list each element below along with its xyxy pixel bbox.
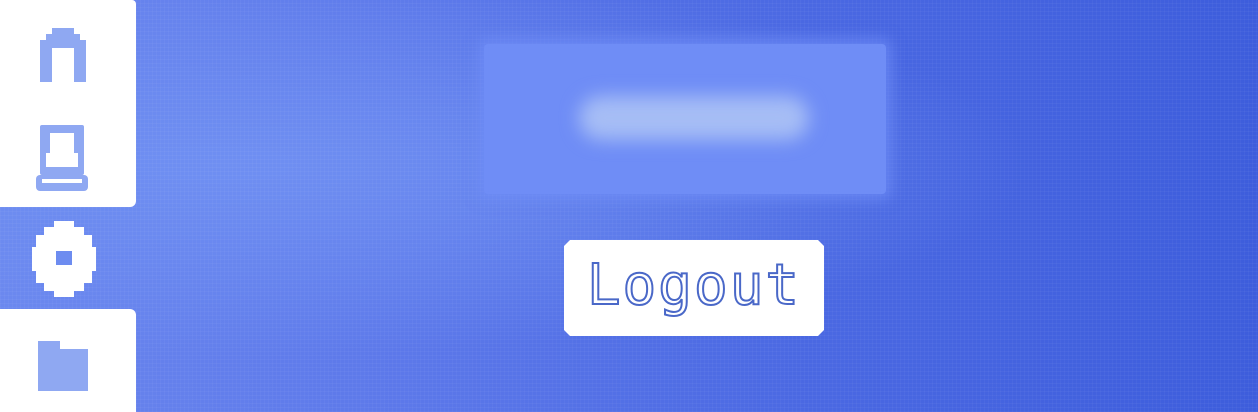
logout-button-label: Logout: [586, 253, 802, 318]
home-icon: [40, 28, 86, 82]
logout-button[interactable]: Logout: [564, 240, 824, 336]
title-panel: [484, 44, 886, 194]
sidebar-item-files[interactable]: [0, 309, 136, 412]
sidebar-item-profile[interactable]: [0, 105, 136, 207]
sidebar-item-settings[interactable]: [0, 207, 136, 309]
sidebar: [0, 0, 136, 412]
sidebar-item-home[interactable]: [0, 0, 136, 105]
user-profile-icon: [36, 125, 88, 191]
page-title-blurred: [579, 96, 809, 140]
settings-icon: [32, 221, 96, 297]
folder-icon: [38, 341, 88, 391]
